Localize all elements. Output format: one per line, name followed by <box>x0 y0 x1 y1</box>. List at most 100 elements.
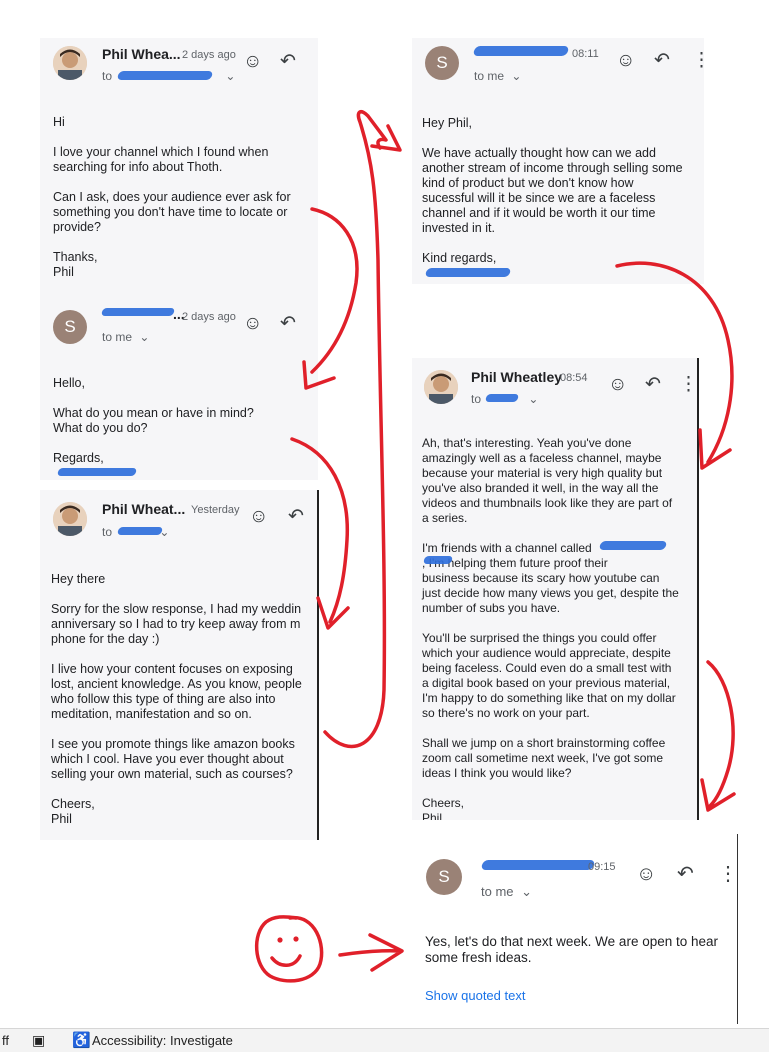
reply-icon[interactable]: ↶ <box>288 507 304 526</box>
sender-name: Phil Wheatley <box>471 369 563 385</box>
body-paragraph: What do you mean or have in mind? What d… <box>53 406 254 435</box>
redaction-mark <box>598 541 668 550</box>
person-icon <box>53 46 87 80</box>
emoji-icon[interactable]: ☺ <box>616 51 635 70</box>
annotation-long-arrow <box>323 110 402 749</box>
reply-icon[interactable]: ↶ <box>677 864 694 884</box>
redaction-mark <box>424 268 512 277</box>
to-label: to <box>471 392 482 406</box>
to-label: to <box>102 525 113 539</box>
body-paragraph: We have actually thought how can we add … <box>422 146 683 235</box>
recipient-line[interactable]: to me ⌄ <box>474 69 521 83</box>
to-label: to me <box>481 884 514 899</box>
reply-icon[interactable]: ↶ <box>645 375 661 394</box>
avatar[interactable]: S <box>426 859 462 895</box>
redaction-mark <box>116 71 214 80</box>
redaction-mark <box>484 394 520 402</box>
timestamp: Yesterday <box>191 504 240 516</box>
emoji-icon[interactable]: ☺ <box>636 864 656 884</box>
avatar-initial: S <box>438 867 450 886</box>
redaction-mark <box>56 468 138 476</box>
chevron-down-icon[interactable]: ⌄ <box>511 69 521 83</box>
timestamp: 2 days ago <box>182 49 236 61</box>
email-card-6: S 09:15 to me ⌄ ☺ ↶ ⋮ Yes, let's do that… <box>412 834 738 1024</box>
email-card-5: Phil Wheatley 08:54 to ⌄ ☺ ↶ ⋮ Ah, that'… <box>412 358 699 820</box>
redaction-mark <box>472 46 570 56</box>
body-paragraph: Cheers, Phil <box>51 797 95 826</box>
avatar[interactable] <box>424 370 458 404</box>
timestamp: 09:15 <box>588 861 616 873</box>
body-paragraph: You'll be surprised the things you could… <box>422 631 676 720</box>
body-paragraph: I live how your content focuses on expos… <box>51 662 302 721</box>
body-paragraph: I'm friends with a channel called , I'm … <box>422 541 679 615</box>
avatar-initial: S <box>64 317 76 336</box>
emoji-icon[interactable]: ☺ <box>608 375 627 394</box>
email-body: Hi I love your channel which I found whe… <box>53 115 313 290</box>
redaction-mark <box>116 527 164 535</box>
body-paragraph: Hey there <box>51 572 106 586</box>
to-label: to me <box>102 330 133 344</box>
person-icon <box>424 370 458 404</box>
recipient-line[interactable]: to me ⌄ <box>481 884 532 900</box>
body-paragraph: Thanks, Phil <box>53 250 98 279</box>
avatar[interactable] <box>53 46 87 80</box>
redaction-mark <box>422 556 454 564</box>
chevron-down-icon[interactable]: ⌄ <box>225 69 235 83</box>
annotation-arrow <box>700 660 736 812</box>
body-paragraph: Kind regards, <box>422 251 497 265</box>
reply-icon[interactable]: ↶ <box>280 52 296 71</box>
reply-icon[interactable]: ↶ <box>280 314 296 333</box>
redaction-mark <box>100 308 176 316</box>
body-paragraph: Hi <box>53 115 65 129</box>
body-paragraph: Cheers, Phil <box>422 796 465 820</box>
body-paragraph: Shall we jump on a short brainstorming c… <box>422 736 666 780</box>
email-body: Hello, What do you mean or have in mind?… <box>53 376 313 480</box>
chevron-down-icon[interactable]: ⌄ <box>139 330 149 344</box>
email-body: Ah, that's interesting. Yeah you've done… <box>422 436 699 820</box>
email-card-1: Phil Whea... 2 days ago to ⌄ ☺ ↶ Hi I lo… <box>40 38 318 290</box>
email-card-4: S 08:11 to me ⌄ ☺ ↶ ⋮ Hey Phil, We have … <box>412 38 704 284</box>
body-paragraph: I love your channel which I found when s… <box>53 145 269 174</box>
chevron-down-icon[interactable]: ⌄ <box>528 392 538 406</box>
accessibility-icon[interactable]: ♿ <box>72 1031 91 1049</box>
to-label: to <box>102 69 113 83</box>
more-vert-icon[interactable]: ⋮ <box>679 375 698 394</box>
smiley-eyes <box>277 936 299 943</box>
avatar[interactable] <box>53 502 87 536</box>
emoji-icon[interactable]: ☺ <box>249 507 268 526</box>
body-paragraph: Regards, <box>53 451 104 465</box>
more-vert-icon[interactable]: ⋮ <box>692 51 704 70</box>
body-paragraph: I see you promote things like amazon boo… <box>51 737 295 781</box>
timestamp: 2 days ago <box>182 311 236 323</box>
email-body: Yes, let's do that next week. We are ope… <box>425 934 738 981</box>
sender-name: Phil Wheat... <box>102 501 186 517</box>
more-vert-icon[interactable]: ⋮ <box>718 864 738 884</box>
body-paragraph: Hello, <box>53 376 85 390</box>
person-icon <box>53 502 87 536</box>
chevron-down-icon[interactable]: ⌄ <box>521 884 532 899</box>
avatar[interactable]: S <box>425 46 459 80</box>
avatar-initial: S <box>436 53 448 72</box>
emoji-icon[interactable]: ☺ <box>243 314 262 333</box>
avatar[interactable]: S <box>53 310 87 344</box>
smiley-face <box>254 915 324 983</box>
accessibility-status[interactable]: Accessibility: Investigate <box>92 1033 233 1048</box>
smiley-mouth <box>270 954 302 967</box>
status-fragment: ff <box>2 1033 9 1048</box>
email-card-2: S ... 2 days ago to me ⌄ ☺ ↶ Hello, What… <box>40 290 318 480</box>
emoji-icon[interactable]: ☺ <box>243 52 262 71</box>
to-label: to me <box>474 69 505 83</box>
body-paragraph: Sorry for the slow response, I had my we… <box>51 602 302 646</box>
timestamp: 08:11 <box>572 48 599 60</box>
email-card-3: Phil Wheat... Yesterday to ⌄ ☺ ↶ Hey the… <box>40 490 319 840</box>
email-body: Hey Phil, We have actually thought how c… <box>422 116 704 281</box>
body-paragraph: Can I ask, does your audience ever ask f… <box>53 190 291 234</box>
status-bar: ff ▣ ♿ Accessibility: Investigate <box>0 1028 769 1052</box>
show-quoted-text-link[interactable]: Show quoted text <box>425 988 525 1003</box>
recipient-line[interactable]: to me ⌄ <box>102 330 149 344</box>
body-paragraph: Hey Phil, <box>422 116 473 130</box>
annotation-arrow <box>338 933 404 972</box>
email-body: Hey there Sorry for the slow response, I… <box>51 572 319 840</box>
focus-mode-icon[interactable]: ▣ <box>32 1032 45 1049</box>
reply-icon[interactable]: ↶ <box>654 51 670 70</box>
